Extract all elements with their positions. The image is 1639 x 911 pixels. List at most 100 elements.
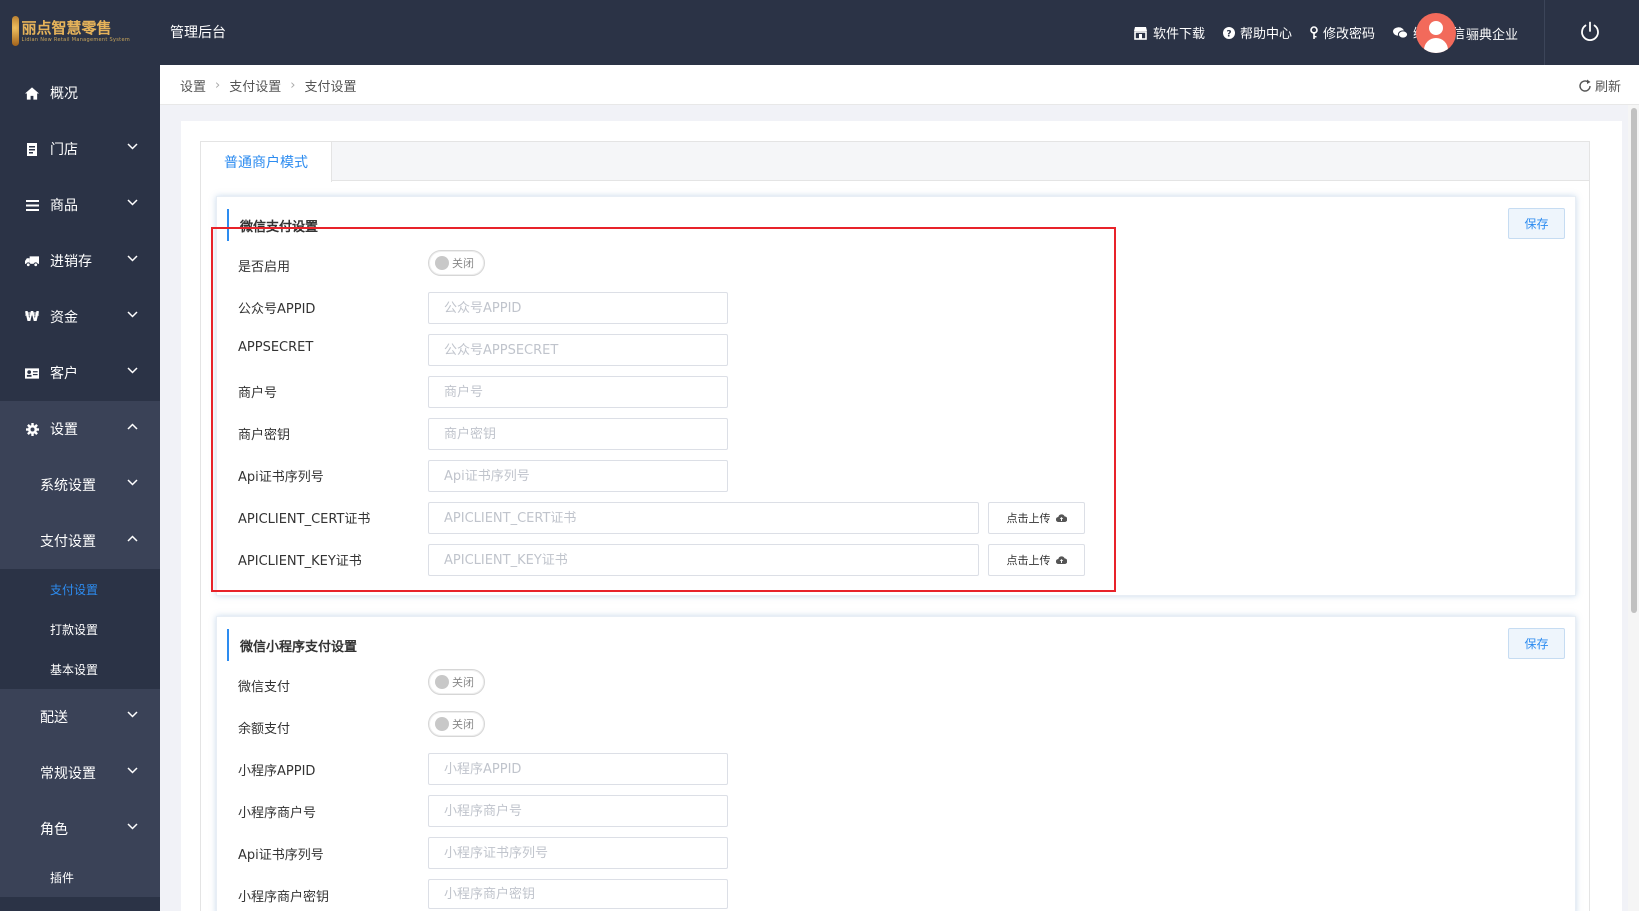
field-label: 公众号APPID: [238, 302, 316, 317]
chevron-down-icon: [127, 143, 138, 150]
sidebar-item-label: 资金: [50, 310, 78, 326]
enable-toggle[interactable]: 关闭: [428, 250, 485, 276]
chevron-down-icon: [127, 367, 138, 374]
sidebar-item-plugins[interactable]: 插件: [0, 857, 160, 897]
card-title: 微信支付设置: [227, 209, 427, 241]
settings-submenu: 系统设置 支付设置: [0, 457, 160, 569]
refresh-button[interactable]: 刷新: [1578, 76, 1621, 95]
toggle-state-label: 关闭: [452, 257, 474, 270]
logo-title: 丽点智慧零售: [21, 18, 112, 37]
sidebar-item-system-settings[interactable]: 系统设置: [0, 457, 160, 513]
sidebar-item-inventory[interactable]: 进销存: [0, 233, 160, 289]
sidebar-item-overview[interactable]: 概况: [0, 65, 160, 121]
appid-input[interactable]: [428, 292, 728, 324]
field-label: Api证书序列号: [238, 470, 324, 485]
sidebar-item-products[interactable]: 商品: [0, 177, 160, 233]
top-bar: 丽点智慧零售 Lidian New Retail Management Syst…: [0, 0, 1639, 65]
api-cert-serial-input[interactable]: [428, 460, 728, 492]
wechat-pay-toggle[interactable]: 关闭: [428, 669, 485, 695]
tab-normal-merchant-mode[interactable]: 普通商户模式: [200, 141, 332, 182]
mini-merchant-id-input[interactable]: [428, 795, 728, 827]
chevron-down-icon: [127, 199, 138, 206]
field-label: 是否启用: [238, 260, 291, 275]
power-icon: [1581, 21, 1599, 42]
user-menu[interactable]: 骊典企业: [1416, 13, 1518, 53]
sidebar-item-funds[interactable]: ₩ 资金: [0, 289, 160, 345]
svg-text:?: ?: [1226, 29, 1231, 39]
sidebar-item-label: 插件: [50, 870, 75, 885]
tab-bar: 普通商户模式: [200, 141, 1590, 182]
save-button[interactable]: 保存: [1508, 208, 1565, 239]
sidebar-item-settings[interactable]: 设置: [0, 401, 160, 457]
sidebar-item-payment-settings[interactable]: 支付设置: [0, 513, 160, 569]
chevron-down-icon: [127, 255, 138, 262]
breadcrumb: 设置 › 支付设置 › 支付设置: [180, 76, 356, 95]
mini-appid-input[interactable]: [428, 753, 728, 785]
scrollbar-thumb[interactable]: [1631, 108, 1637, 613]
field-label: 小程序商户密钥: [238, 890, 330, 905]
save-button[interactable]: 保存: [1508, 628, 1565, 659]
help-icon: ?: [1222, 26, 1235, 39]
truck-icon: [25, 254, 39, 268]
nav-change-password[interactable]: 修改密码: [1310, 23, 1375, 42]
sidebar-item-delivery[interactable]: 配送: [0, 689, 160, 745]
mini-cert-serial-input[interactable]: [428, 837, 728, 869]
sidebar-leaf-basic-settings[interactable]: 基本设置: [0, 649, 160, 689]
nav-help-center[interactable]: ? 帮助中心: [1222, 23, 1292, 42]
id-card-icon: [25, 366, 39, 380]
chevron-up-icon: [127, 535, 138, 542]
sidebar-item-store[interactable]: 门店: [0, 121, 160, 177]
sidebar-item-general-settings[interactable]: 常规设置: [0, 745, 160, 801]
settings-submenu-bottom: 配送 常规设置 角色 插件: [0, 689, 160, 897]
sidebar-leaf-payment-settings[interactable]: 支付设置: [0, 569, 160, 609]
sidebar-item-customers[interactable]: 客户: [0, 345, 160, 401]
refresh-label: 刷新: [1594, 80, 1621, 95]
gear-icon: [25, 422, 39, 436]
chevron-down-icon: [127, 711, 138, 718]
toggle-knob: [435, 256, 449, 270]
brand-logo[interactable]: 丽点智慧零售 Lidian New Retail Management Syst…: [12, 14, 130, 48]
chevron-down-icon: [127, 823, 138, 830]
payment-submenu: 支付设置 打款设置 基本设置: [0, 569, 160, 689]
toggle-knob: [435, 675, 449, 689]
sidebar-item-label: 配送: [40, 710, 68, 726]
won-icon: ₩: [24, 309, 40, 325]
merchant-key-input[interactable]: [428, 418, 728, 450]
appsecret-input[interactable]: [428, 334, 728, 366]
toggle-knob: [435, 717, 449, 731]
breadcrumb-item-current: 支付设置: [304, 80, 357, 95]
username: 骊典企业: [1466, 27, 1519, 43]
sidebar: 概况 门店 商品 进销存 ₩ 资金 客户 设置 系统设置 支付设置 支付设置 打…: [0, 65, 160, 911]
mini-merchant-key-input[interactable]: [428, 879, 728, 909]
sidebar-item-label: 商品: [50, 198, 78, 214]
field-label: 小程序商户号: [238, 806, 317, 821]
field-label: APPSECRET: [238, 340, 314, 355]
apiclient-key-input[interactable]: [428, 544, 979, 576]
cloud-upload-icon: [1055, 556, 1067, 564]
sidebar-item-label: 进销存: [50, 254, 92, 270]
breadcrumb-item[interactable]: 支付设置: [229, 76, 281, 95]
logo-text: 丽点智慧零售 Lidian New Retail Management Syst…: [22, 19, 130, 44]
sidebar-item-label: 角色: [40, 822, 68, 838]
list-icon: [25, 198, 39, 212]
wechat-icon: [1392, 26, 1408, 39]
power-divider: [1544, 0, 1545, 65]
field-label: 微信支付: [238, 680, 291, 695]
upload-key-button[interactable]: 点击上传: [988, 544, 1085, 576]
power-button[interactable]: [1578, 20, 1602, 44]
sidebar-item-label: 系统设置: [40, 478, 96, 494]
nav-software-download[interactable]: 软件下载: [1133, 23, 1205, 42]
field-label: 余额支付: [238, 722, 291, 737]
upload-cert-button[interactable]: 点击上传: [988, 502, 1085, 534]
breadcrumb-item[interactable]: 设置: [180, 76, 206, 95]
chevron-down-icon: [127, 311, 138, 318]
apiclient-cert-input[interactable]: [428, 502, 979, 534]
sidebar-item-roles[interactable]: 角色: [0, 801, 160, 857]
sidebar-item-label: 支付设置: [40, 534, 96, 550]
avatar: [1416, 13, 1456, 53]
toggle-state-label: 关闭: [452, 676, 474, 689]
sidebar-leaf-transfer-settings[interactable]: 打款设置: [0, 609, 160, 649]
wechat-pay-card: 微信支付设置 保存: [216, 196, 1576, 596]
merchant-id-input[interactable]: [428, 376, 728, 408]
balance-pay-toggle[interactable]: 关闭: [428, 711, 485, 737]
